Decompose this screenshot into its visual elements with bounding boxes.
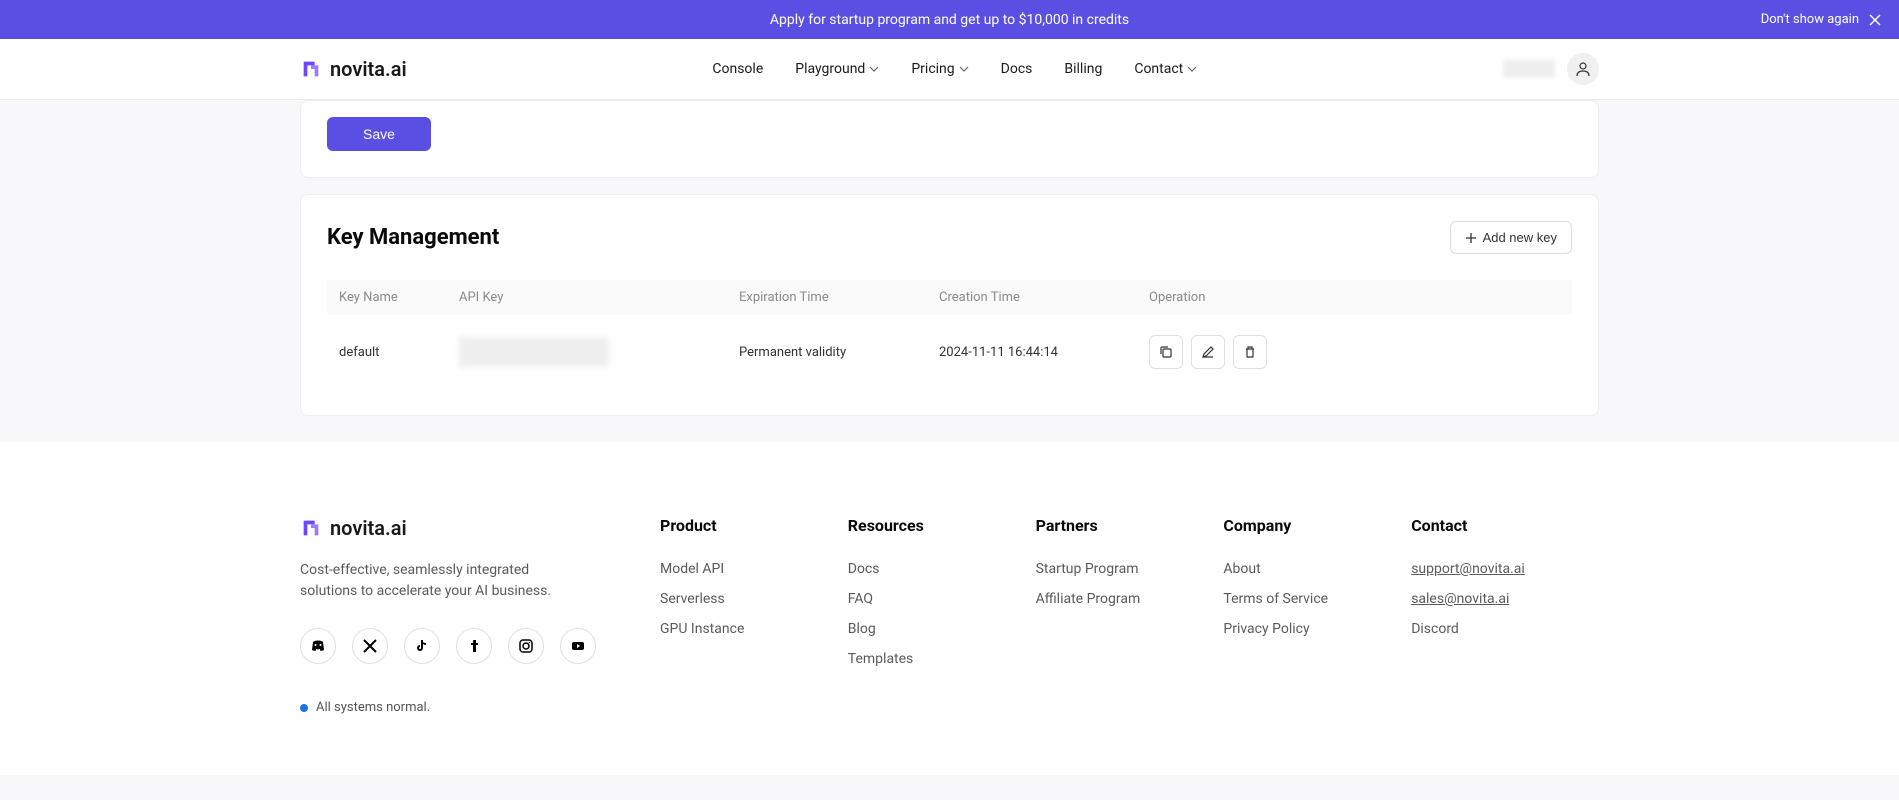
footer-col-contact: Contact support@novita.ai sales@novita.a… [1411,516,1599,715]
footer-heading-company: Company [1223,516,1411,535]
cell-creation: 2024-11-11 16:44:14 [939,345,1149,360]
banner-dismiss-link[interactable]: Don't show again [1761,12,1859,27]
instagram-icon[interactable] [508,628,544,664]
col-expiration: Expiration Time [739,290,939,305]
footer-link-serverless[interactable]: Serverless [660,591,848,607]
logo[interactable]: novita.ai [300,57,407,81]
chevron-down-icon [959,64,969,74]
copy-icon [1159,345,1173,359]
user-icon [1575,61,1591,77]
youtube-icon[interactable] [560,628,596,664]
nav-docs[interactable]: Docs [1001,61,1033,77]
logo-icon [300,58,322,80]
col-api-key: API Key [459,290,739,305]
social-row [300,628,660,664]
footer-link-tos[interactable]: Terms of Service [1223,591,1411,607]
footer-tagline: Cost-effective, seamlessly integrated so… [300,560,580,602]
cell-operations [1149,335,1560,369]
delete-button[interactable] [1233,335,1267,369]
facebook-icon[interactable] [456,628,492,664]
header-right [1503,53,1599,85]
cell-expiration: Permanent validity [739,345,939,360]
add-key-button[interactable]: Add new key [1450,221,1572,254]
key-management-card: Key Management Add new key Key Name API … [300,194,1599,416]
footer-heading-contact: Contact [1411,516,1599,535]
table-row: default Permanent validity 2024-11-11 16… [327,315,1572,389]
tiktok-icon[interactable] [404,628,440,664]
edit-button[interactable] [1191,335,1225,369]
footer-logo[interactable]: novita.ai [300,516,660,540]
key-management-title: Key Management [327,225,499,250]
footer-link-affiliate[interactable]: Affiliate Program [1036,591,1224,607]
save-button[interactable]: Save [327,117,431,151]
footer-col-company: Company About Terms of Service Privacy P… [1223,516,1411,715]
footer-heading-resources: Resources [848,516,1036,535]
footer-link-model-api[interactable]: Model API [660,561,848,577]
footer-col-partners: Partners Startup Program Affiliate Progr… [1036,516,1224,715]
logo-icon [300,517,322,539]
status-dot-icon [300,704,308,712]
footer-link-docs[interactable]: Docs [848,561,1036,577]
nav-playground[interactable]: Playground [795,61,879,77]
footer-link-gpu[interactable]: GPU Instance [660,621,848,637]
trash-icon [1243,345,1257,359]
copy-button[interactable] [1149,335,1183,369]
banner-text[interactable]: Apply for startup program and get up to … [770,12,1129,28]
status-row[interactable]: All systems normal. [300,700,660,715]
footer-link-discord[interactable]: Discord [1411,621,1599,637]
nav: Console Playground Pricing Docs Billing … [712,61,1197,77]
nav-console[interactable]: Console [712,61,763,77]
header: novita.ai Console Playground Pricing Doc… [0,39,1899,100]
close-icon[interactable] [1867,12,1883,28]
x-icon[interactable] [352,628,388,664]
chevron-down-icon [1187,64,1197,74]
footer-heading-partners: Partners [1036,516,1224,535]
col-operation: Operation [1149,290,1560,305]
keys-table: Key Name API Key Expiration Time Creatio… [327,280,1572,389]
plus-icon [1465,232,1477,244]
footer-link-startup[interactable]: Startup Program [1036,561,1224,577]
col-creation: Creation Time [939,290,1149,305]
table-header: Key Name API Key Expiration Time Creatio… [327,280,1572,315]
col-key-name: Key Name [339,290,459,305]
brand-name: novita.ai [330,57,407,81]
save-card: Save [300,100,1599,178]
footer-brand-col: novita.ai Cost-effective, seamlessly int… [300,516,660,715]
content: Save Key Management Add new key Key Name… [0,100,1899,416]
cell-key-name: default [339,345,459,360]
edit-icon [1201,345,1215,359]
footer-link-support-email[interactable]: support@novita.ai [1411,561,1599,577]
footer-link-blog[interactable]: Blog [848,621,1036,637]
nav-contact[interactable]: Contact [1134,61,1197,77]
status-text: All systems normal. [316,700,430,715]
cell-api-key-redacted [459,337,739,367]
footer-link-faq[interactable]: FAQ [848,591,1036,607]
promo-banner: Apply for startup program and get up to … [0,0,1899,39]
nav-pricing[interactable]: Pricing [911,61,968,77]
footer: novita.ai Cost-effective, seamlessly int… [0,442,1899,775]
footer-col-resources: Resources Docs FAQ Blog Templates [848,516,1036,715]
chevron-down-icon [869,64,879,74]
nav-billing[interactable]: Billing [1064,61,1102,77]
footer-brand-name: novita.ai [330,516,407,540]
footer-heading-product: Product [660,516,848,535]
footer-link-sales-email[interactable]: sales@novita.ai [1411,591,1599,607]
footer-link-about[interactable]: About [1223,561,1411,577]
footer-col-product: Product Model API Serverless GPU Instanc… [660,516,848,715]
balance-redacted [1503,60,1555,78]
footer-link-templates[interactable]: Templates [848,651,1036,667]
avatar[interactable] [1567,53,1599,85]
discord-icon[interactable] [300,628,336,664]
footer-link-privacy[interactable]: Privacy Policy [1223,621,1411,637]
